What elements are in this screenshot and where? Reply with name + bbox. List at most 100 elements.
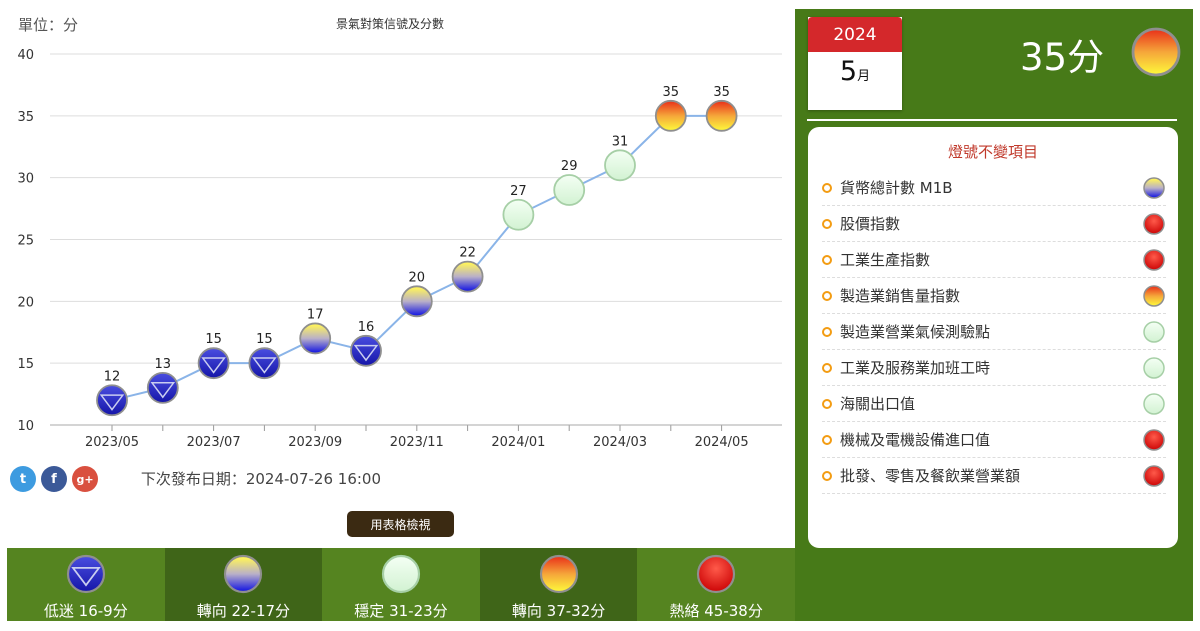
- data-point: [350, 334, 382, 367]
- legend-label: 轉向 22-17分: [196, 602, 291, 620]
- red-signal-light: [697, 554, 736, 594]
- data-point: [553, 174, 586, 206]
- data-label: 20: [409, 270, 426, 285]
- x-tick-label: 2023/05: [85, 435, 139, 450]
- data-point: [400, 285, 433, 318]
- facebook-icon[interactable]: f: [41, 466, 67, 492]
- data-label: 31: [612, 134, 629, 149]
- list-item: 製造業營業氣候測驗點: [822, 314, 1166, 350]
- yellow-red-signal-light: [539, 554, 578, 594]
- unit-label: 單位：分: [18, 16, 79, 34]
- month-number: 5: [839, 56, 858, 87]
- item-label: 股價指數: [840, 215, 901, 233]
- yellow-blue-signal-light: [1143, 176, 1165, 199]
- table-view-button[interactable]: 用表格檢視: [347, 511, 454, 537]
- list-item: 海關出口值: [822, 386, 1166, 422]
- legend-label: 穩定 31-23分: [354, 602, 448, 620]
- list-item: 工業生產指數: [822, 242, 1166, 278]
- data-point: [248, 347, 281, 380]
- chart-area: 10 15 20 25 30 35 40 2023/05 2023/07 2023/09 2023/…: [0, 0, 795, 548]
- legend-label: 低迷 16-9分: [43, 602, 128, 620]
- calendar-year: 2024: [808, 17, 902, 52]
- list-item: 貨幣總計數 M1B: [822, 170, 1166, 206]
- signal-light-icon: [1143, 356, 1165, 379]
- data-point: [146, 371, 179, 404]
- google-plus-icon[interactable]: g+: [72, 466, 98, 492]
- data-label: 15: [205, 332, 222, 347]
- data-point: [197, 347, 230, 380]
- bullet-icon: [822, 218, 832, 229]
- data-label: 15: [256, 332, 273, 347]
- legend-label: 轉向 37-32分: [511, 602, 606, 620]
- item-label: 製造業銷售量指數: [840, 287, 961, 305]
- yellow-red-signal-icon: [539, 554, 578, 594]
- chart-title: 景氣對策信號及分數: [335, 17, 444, 31]
- signal-light-icon: [1143, 428, 1165, 451]
- bullet-icon: [822, 398, 832, 409]
- red-signal-light: [1143, 248, 1165, 271]
- current-signal-light-icon: [1131, 27, 1181, 77]
- red-signal-light: [1143, 464, 1165, 487]
- x-tick-label: 2023/07: [187, 435, 241, 450]
- list-item: 機械及電機設備進口值: [822, 422, 1166, 458]
- item-label: 貨幣總計數 M1B: [840, 179, 953, 197]
- green-signal-light: [381, 554, 421, 594]
- legend-item-hot: 熱絡 45-38分: [637, 548, 795, 621]
- y-tick-label: 40: [17, 48, 34, 63]
- signal-light-icon: [1143, 212, 1165, 235]
- month-unit: 月: [857, 69, 871, 84]
- twitter-icon[interactable]: t: [10, 466, 36, 492]
- y-tick-label: 20: [17, 295, 34, 310]
- blue-signal-light: [66, 554, 105, 594]
- calendar-icon: 2024 5月: [808, 17, 902, 110]
- bullet-icon: [822, 182, 832, 193]
- red-signal-light: [1143, 212, 1165, 235]
- data-point: [705, 99, 738, 132]
- unchanged-items-panel: 燈號不變項目 貨幣總計數 M1B 股價指數 工業生產指數 製造業銷售量指數 製造…: [808, 127, 1178, 548]
- yellow-blue-signal-light: [224, 554, 263, 594]
- signal-light-icon: [1143, 248, 1165, 271]
- y-tick-label: 25: [17, 234, 34, 249]
- bullet-icon: [822, 290, 832, 301]
- legend-label: 熱絡 45-38分: [669, 602, 763, 620]
- bullet-icon: [822, 254, 832, 265]
- blue-signal-icon: [66, 554, 105, 594]
- item-label: 批發、零售及餐飲業營業額: [840, 467, 1021, 485]
- data-point: [96, 384, 128, 417]
- data-label: 29: [561, 159, 578, 174]
- x-tick-label: 2024/03: [593, 435, 647, 450]
- bullet-icon: [822, 434, 832, 445]
- data-point: [502, 198, 535, 231]
- signal-legend: 低迷 16-9分 轉向 22-17分 穩定 31-23分 轉向 37-32分 熱…: [7, 548, 795, 621]
- list-item: 製造業銷售量指數: [822, 278, 1166, 314]
- y-tick-label: 35: [17, 110, 34, 125]
- panel-title: 燈號不變項目: [947, 143, 1038, 161]
- green-signal-light: [1143, 392, 1165, 415]
- current-score: 35分: [1020, 36, 1105, 79]
- legend-item-turning-up: 轉向 22-17分: [164, 548, 323, 621]
- x-tick-label: 2023/09: [288, 435, 342, 450]
- legend-item-stable: 穩定 31-23分: [322, 548, 480, 621]
- data-label: 35: [663, 85, 680, 100]
- divider: [807, 119, 1177, 121]
- x-tick-label: 2024/05: [695, 435, 749, 450]
- social-links: t f g+: [10, 466, 98, 492]
- item-label: 海關出口值: [840, 395, 916, 413]
- green-signal-light: [1143, 356, 1165, 379]
- data-label: 35: [713, 85, 730, 100]
- signal-light-icon: [1143, 176, 1165, 199]
- item-label: 工業生產指數: [840, 251, 931, 269]
- data-point: [299, 322, 332, 355]
- item-label: 製造業營業氣候測驗點: [840, 323, 991, 341]
- yellow-red-signal-light: [1143, 284, 1165, 307]
- list-item: 批發、零售及餐飲業營業額: [822, 458, 1166, 494]
- list-item: 工業及服務業加班工時: [822, 350, 1166, 386]
- legend-item-low: 低迷 16-9分: [7, 548, 165, 621]
- signal-score-chart: 10 15 20 25 30 35 40 2023/05 2023/07 2023/09 2023/…: [17, 48, 782, 450]
- red-signal-icon: [697, 554, 736, 594]
- x-tick-label: 2024/01: [491, 435, 545, 450]
- y-tick-label: 15: [17, 357, 34, 372]
- current-signal-panel: 2024 5月 35分 燈號不變項目 貨幣總計數 M1B 股價指數 工業生產指數…: [795, 9, 1193, 621]
- data-label: 27: [510, 184, 527, 199]
- y-tick-label: 10: [17, 419, 34, 434]
